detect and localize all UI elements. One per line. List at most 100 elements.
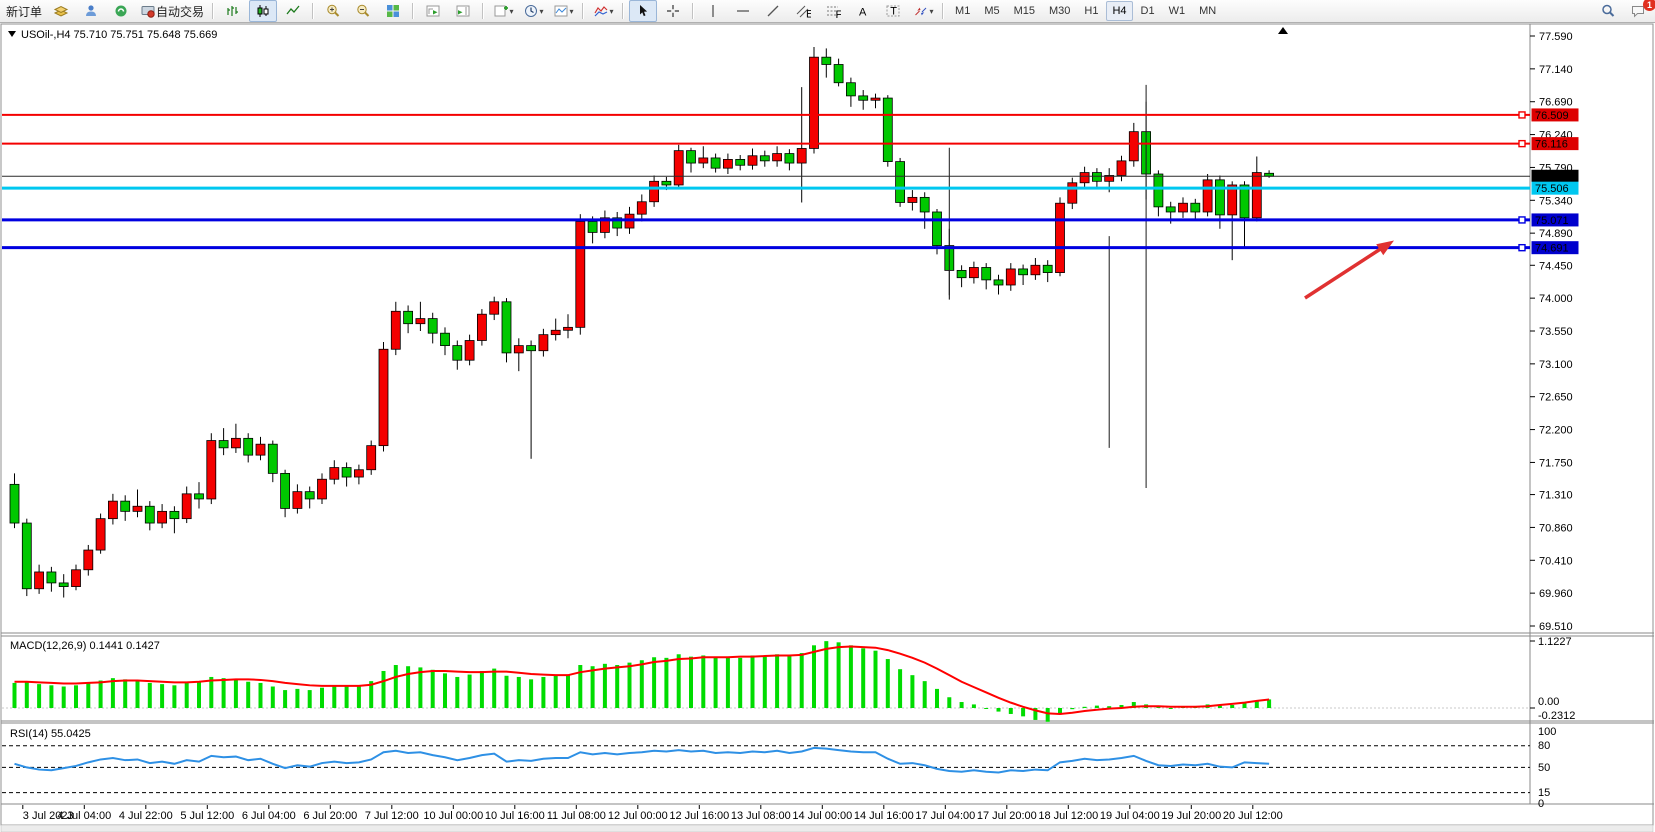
timeframe-button-h4[interactable]: H4 bbox=[1106, 1, 1132, 21]
date-tick-label: 7 Jul 12:00 bbox=[365, 810, 419, 822]
macd-histogram-bar bbox=[332, 685, 336, 708]
line-handle[interactable] bbox=[1519, 141, 1525, 147]
timeframe-button-m30[interactable]: M30 bbox=[1043, 1, 1076, 21]
crosshair-icon bbox=[665, 3, 681, 19]
macd-histogram-bar bbox=[431, 670, 435, 708]
svg-text:E: E bbox=[806, 9, 811, 20]
price-level-value: 75.071 bbox=[1535, 215, 1569, 227]
profiles-clock-icon[interactable]: ▾ bbox=[519, 0, 547, 22]
macd-histogram-bar bbox=[763, 657, 767, 708]
macd-histogram-bar bbox=[591, 666, 595, 708]
search-button[interactable] bbox=[1594, 0, 1622, 22]
new-chart-icon[interactable]: ▾ bbox=[489, 0, 517, 22]
timeframe-button-d1[interactable]: D1 bbox=[1135, 1, 1161, 21]
price-tick-label: 74.890 bbox=[1539, 228, 1573, 240]
date-tick-label: 12 Jul 00:00 bbox=[608, 810, 668, 822]
price-level-value: 75.506 bbox=[1535, 183, 1569, 195]
fibonacci-icon[interactable]: F bbox=[819, 0, 847, 22]
horizontal-line-icon[interactable] bbox=[729, 0, 757, 22]
cursor-icon[interactable] bbox=[629, 0, 657, 22]
trendline-icon[interactable] bbox=[759, 0, 787, 22]
candlestick bbox=[502, 298, 511, 362]
timeframe-button-m1[interactable]: M1 bbox=[949, 1, 976, 21]
price-tick-label: 73.100 bbox=[1539, 359, 1573, 371]
line-handle[interactable] bbox=[1519, 245, 1525, 251]
new-order-button-label: 新订单 bbox=[6, 3, 42, 20]
indicators-icon[interactable]: ▾ bbox=[589, 0, 617, 22]
macd-histogram-bar bbox=[628, 663, 632, 708]
candlestick bbox=[810, 47, 819, 154]
channel-icon[interactable]: E bbox=[789, 0, 817, 22]
timeframe-button-m15[interactable]: M15 bbox=[1008, 1, 1041, 21]
timeframe-button-w1[interactable]: W1 bbox=[1163, 1, 1192, 21]
line-handle[interactable] bbox=[1519, 112, 1525, 118]
horizontal-line-icon bbox=[735, 3, 751, 19]
notifications-button[interactable]: 1 bbox=[1624, 0, 1652, 22]
macd-histogram-bar bbox=[13, 683, 17, 708]
crosshair-icon[interactable] bbox=[659, 0, 687, 22]
template-icon[interactable]: ▾ bbox=[549, 0, 577, 22]
macd-histogram-bar bbox=[997, 708, 1001, 712]
new-order-button[interactable]: 新订单 bbox=[3, 0, 45, 22]
zoom-in-icon[interactable] bbox=[319, 0, 347, 22]
text-icon[interactable]: A bbox=[849, 0, 877, 22]
macd-histogram-bar bbox=[222, 678, 226, 708]
line-chart-icon[interactable] bbox=[279, 0, 307, 22]
macd-histogram-bar bbox=[689, 657, 693, 708]
market-icon[interactable] bbox=[107, 0, 135, 22]
macd-histogram-bar bbox=[714, 658, 718, 708]
macd-histogram-bar bbox=[99, 681, 103, 708]
price-tick-label: 70.860 bbox=[1539, 522, 1573, 534]
timeframe-button-h1[interactable]: H1 bbox=[1078, 1, 1104, 21]
macd-histogram-bar bbox=[1083, 707, 1087, 708]
zoom-out-icon bbox=[355, 3, 371, 19]
date-tick-label: 13 Jul 08:00 bbox=[731, 810, 791, 822]
zoom-in-icon bbox=[325, 3, 341, 19]
macd-histogram-bar bbox=[86, 683, 90, 708]
price-tick-label: 70.410 bbox=[1539, 555, 1573, 567]
auto-scroll-icon[interactable] bbox=[419, 0, 447, 22]
tile-windows-icon[interactable] bbox=[379, 0, 407, 22]
account-icon[interactable] bbox=[77, 0, 105, 22]
macd-histogram-bar bbox=[283, 690, 287, 708]
macd-histogram-bar bbox=[837, 642, 841, 708]
label-icon[interactable]: T bbox=[879, 0, 907, 22]
macd-histogram-bar bbox=[1169, 708, 1173, 709]
macd-histogram-bar bbox=[984, 708, 988, 709]
macd-histogram-bar bbox=[787, 655, 791, 708]
macd-histogram-bar bbox=[1230, 705, 1234, 708]
zoom-out-icon[interactable] bbox=[349, 0, 377, 22]
bar-chart-icon[interactable] bbox=[219, 0, 247, 22]
chart-canvas[interactable]: 77.59077.14076.69076.24075.79075.34074.8… bbox=[0, 23, 1655, 832]
macd-histogram-bar bbox=[923, 681, 927, 708]
price-tick-label: 73.550 bbox=[1539, 326, 1573, 338]
candlestick-icon[interactable] bbox=[249, 0, 277, 22]
arrows-icon[interactable]: ▾ bbox=[909, 0, 937, 22]
tile-windows-icon bbox=[385, 3, 401, 19]
macd-histogram-bar bbox=[824, 641, 828, 708]
macd-histogram-bar bbox=[554, 675, 558, 708]
vertical-line-icon bbox=[705, 3, 721, 19]
bottom-gutter bbox=[1, 825, 1653, 832]
autotrading-button-label: 自动交易 bbox=[156, 3, 204, 20]
timeframe-button-m5[interactable]: M5 bbox=[978, 1, 1005, 21]
label-icon: T bbox=[885, 3, 901, 19]
date-tick-label: 11 Jul 08:00 bbox=[547, 810, 606, 822]
macd-histogram-bar bbox=[172, 685, 176, 708]
macd-histogram-bar bbox=[295, 689, 299, 708]
macd-histogram-bar bbox=[382, 671, 386, 708]
autotrading-icon bbox=[140, 3, 156, 19]
vertical-line-icon[interactable] bbox=[699, 0, 727, 22]
chart-shift-icon[interactable] bbox=[449, 0, 477, 22]
macd-histogram-bar bbox=[640, 660, 644, 708]
macd-histogram-bar bbox=[652, 657, 656, 708]
date-tick-label: 5 Jul 12:00 bbox=[180, 810, 234, 822]
timeframe-button-mn[interactable]: MN bbox=[1193, 1, 1222, 21]
macd-histogram-bar bbox=[874, 651, 878, 708]
funds-icon[interactable] bbox=[47, 0, 75, 22]
macd-histogram-bar bbox=[812, 645, 816, 708]
chart-window[interactable]: 77.59077.14076.69076.24075.79075.34074.8… bbox=[0, 23, 1655, 832]
date-tick-label: 10 Jul 00:00 bbox=[423, 810, 483, 822]
line-handle[interactable] bbox=[1519, 217, 1525, 223]
autotrading-button[interactable]: 自动交易 bbox=[137, 0, 207, 22]
